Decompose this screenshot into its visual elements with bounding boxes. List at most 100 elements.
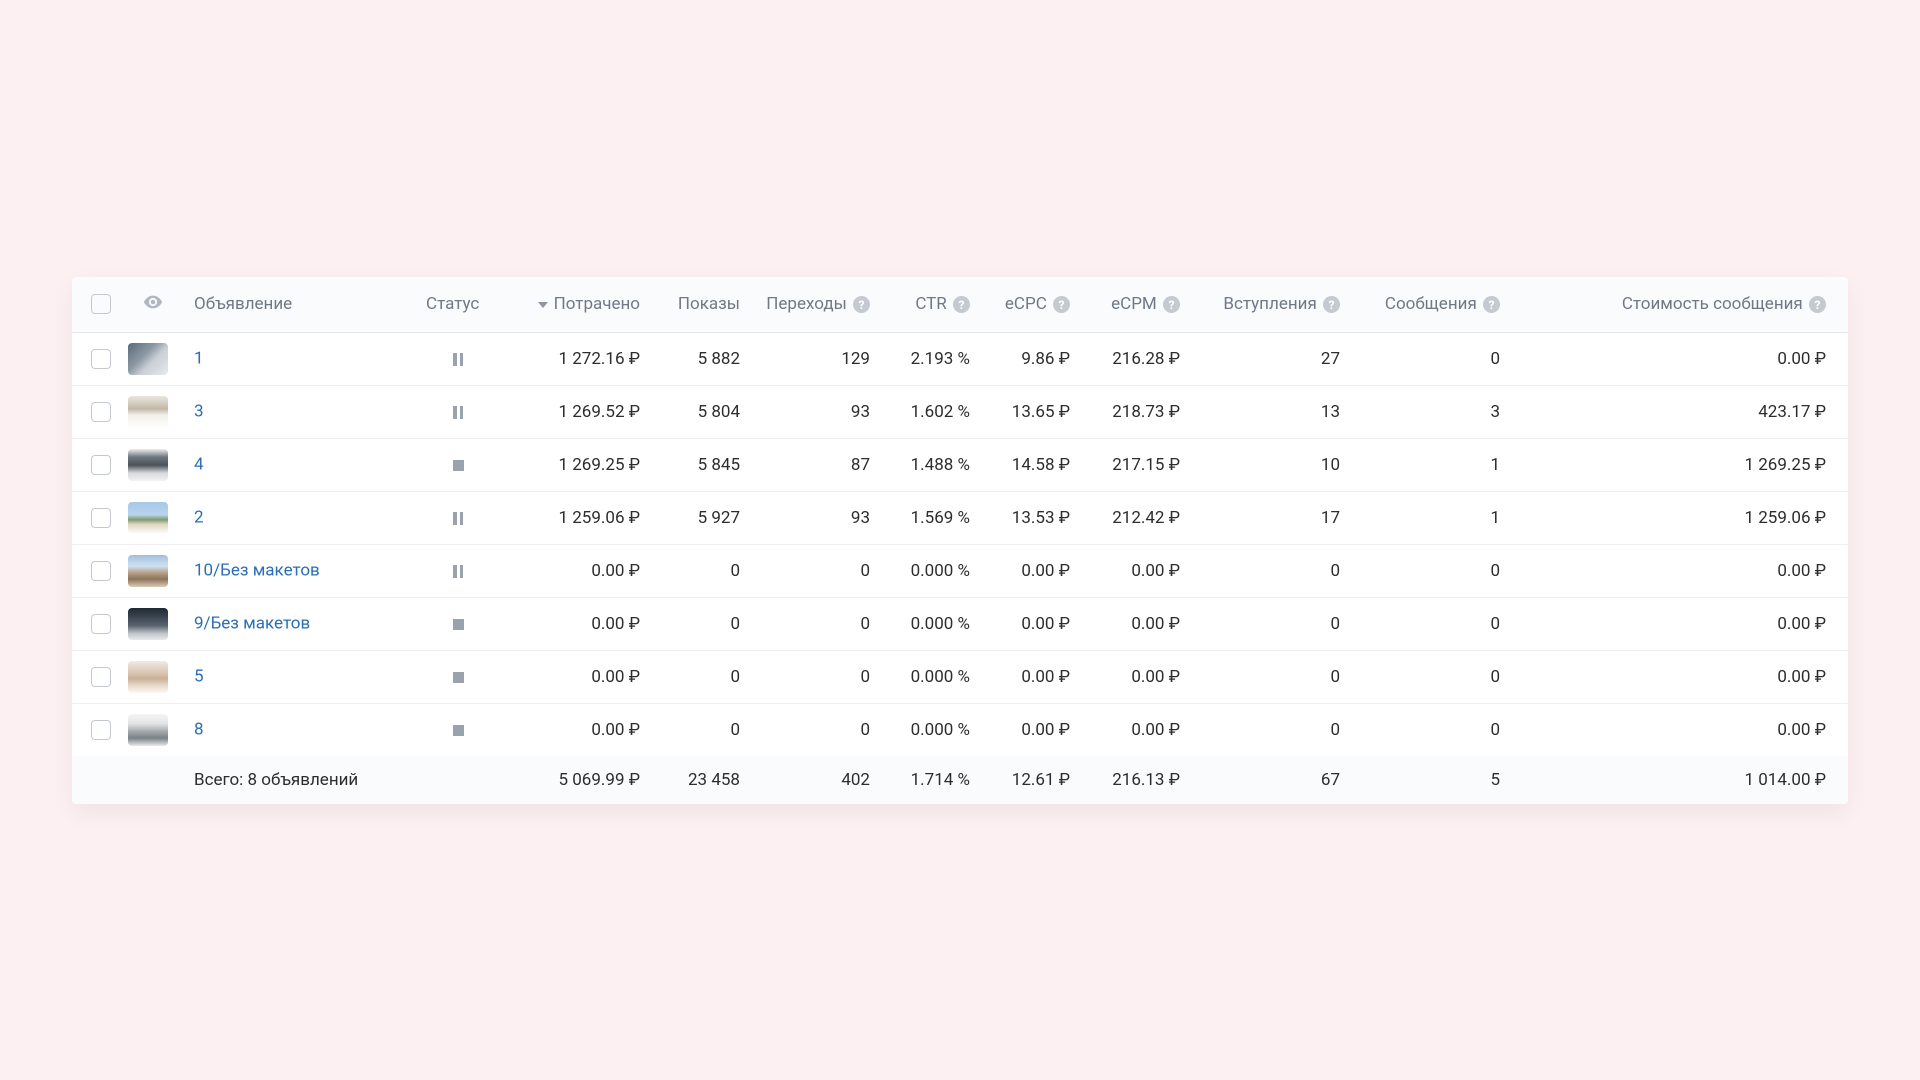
pause-icon[interactable]: [450, 404, 466, 420]
cell-joins: 10: [1188, 438, 1348, 491]
ad-name-link[interactable]: 9/Без макетов: [194, 614, 310, 634]
pause-icon[interactable]: [450, 563, 466, 579]
ad-thumbnail[interactable]: [128, 449, 168, 481]
row-checkbox[interactable]: [91, 349, 111, 369]
ad-thumbnail[interactable]: [128, 714, 168, 746]
cell-spent: 1 272.16 ₽: [498, 332, 648, 385]
ad-name-link[interactable]: 3: [194, 402, 204, 422]
ad-thumbnail[interactable]: [128, 343, 168, 375]
col-ecpc[interactable]: eCPC ?: [978, 277, 1078, 333]
help-icon[interactable]: ?: [1053, 296, 1070, 313]
col-impressions[interactable]: Показы: [648, 277, 748, 333]
totals-msg-cost: 1 014.00 ₽: [1508, 756, 1848, 804]
col-msg-cost[interactable]: Стоимость сообщения ?: [1508, 277, 1848, 333]
col-ad[interactable]: Объявление: [186, 277, 418, 333]
cell-ctr: 1.602 %: [878, 385, 978, 438]
row-checkbox[interactable]: [91, 455, 111, 475]
cell-impressions: 5 845: [648, 438, 748, 491]
cell-messages: 0: [1348, 597, 1508, 650]
row-checkbox[interactable]: [91, 561, 111, 581]
ad-name-link[interactable]: 4: [194, 455, 204, 475]
visibility-icon[interactable]: [142, 291, 164, 313]
ad-name-link[interactable]: 2: [194, 508, 204, 528]
row-checkbox[interactable]: [91, 720, 111, 740]
totals-ctr: 1.714 %: [878, 756, 978, 804]
cell-joins: 0: [1188, 650, 1348, 703]
stop-icon[interactable]: [450, 722, 466, 738]
cell-spent: 0.00 ₽: [498, 650, 648, 703]
cell-clicks: 93: [748, 385, 878, 438]
cell-joins: 13: [1188, 385, 1348, 438]
cell-ctr: 1.569 %: [878, 491, 978, 544]
col-spent[interactable]: Потрачено: [498, 277, 648, 333]
ad-name-link[interactable]: 8: [194, 720, 204, 740]
cell-messages: 0: [1348, 544, 1508, 597]
cell-clicks: 0: [748, 544, 878, 597]
col-status[interactable]: Статус: [418, 277, 498, 333]
pause-icon[interactable]: [450, 510, 466, 526]
cell-ctr: 2.193 %: [878, 332, 978, 385]
table-row: 50.00 ₽000.000 %0.00 ₽0.00 ₽000.00 ₽: [72, 650, 1848, 703]
help-icon[interactable]: ?: [1809, 296, 1826, 313]
help-icon[interactable]: ?: [1323, 296, 1340, 313]
cell-msg-cost: 0.00 ₽: [1508, 703, 1848, 756]
ad-thumbnail[interactable]: [128, 608, 168, 640]
table-row: 10/Без макетов0.00 ₽000.000 %0.00 ₽0.00 …: [72, 544, 1848, 597]
cell-spent: 1 269.25 ₽: [498, 438, 648, 491]
ad-name-link[interactable]: 5: [194, 667, 204, 687]
ad-name-link[interactable]: 10/Без макетов: [194, 561, 320, 581]
row-checkbox[interactable]: [91, 614, 111, 634]
cell-spent: 1 259.06 ₽: [498, 491, 648, 544]
help-icon[interactable]: ?: [853, 296, 870, 313]
totals-label: Всего: 8 объявлений: [186, 756, 418, 804]
cell-msg-cost: 1 259.06 ₽: [1508, 491, 1848, 544]
col-clicks[interactable]: Переходы ?: [748, 277, 878, 333]
cell-ecpm: 0.00 ₽: [1078, 703, 1188, 756]
col-ecpm[interactable]: eCPM ?: [1078, 277, 1188, 333]
stop-icon[interactable]: [450, 669, 466, 685]
row-checkbox[interactable]: [91, 402, 111, 422]
table-row: 31 269.52 ₽5 804931.602 %13.65 ₽218.73 ₽…: [72, 385, 1848, 438]
ads-table-panel: Объявление Статус Потрачено Показы Перех…: [72, 277, 1848, 804]
ad-thumbnail[interactable]: [128, 502, 168, 534]
row-checkbox[interactable]: [91, 508, 111, 528]
cell-messages: 1: [1348, 438, 1508, 491]
table-row: 11 272.16 ₽5 8821292.193 %9.86 ₽216.28 ₽…: [72, 332, 1848, 385]
ad-thumbnail[interactable]: [128, 555, 168, 587]
help-icon[interactable]: ?: [1483, 296, 1500, 313]
cell-messages: 3: [1348, 385, 1508, 438]
cell-joins: 0: [1188, 597, 1348, 650]
help-icon[interactable]: ?: [1163, 296, 1180, 313]
cell-msg-cost: 423.17 ₽: [1508, 385, 1848, 438]
cell-ecpc: 0.00 ₽: [978, 597, 1078, 650]
cell-ecpc: 9.86 ₽: [978, 332, 1078, 385]
cell-clicks: 0: [748, 650, 878, 703]
col-messages[interactable]: Сообщения ?: [1348, 277, 1508, 333]
cell-ctr: 0.000 %: [878, 597, 978, 650]
cell-messages: 0: [1348, 703, 1508, 756]
col-joins[interactable]: Вступления ?: [1188, 277, 1348, 333]
totals-row: Всего: 8 объявлений 5 069.99 ₽ 23 458 40…: [72, 756, 1848, 804]
cell-ecpm: 0.00 ₽: [1078, 544, 1188, 597]
row-checkbox[interactable]: [91, 667, 111, 687]
help-icon[interactable]: ?: [953, 296, 970, 313]
totals-clicks: 402: [748, 756, 878, 804]
sort-desc-icon: [538, 302, 548, 308]
select-all-checkbox[interactable]: [91, 294, 111, 314]
ad-thumbnail[interactable]: [128, 396, 168, 428]
cell-ecpm: 212.42 ₽: [1078, 491, 1188, 544]
col-ctr[interactable]: CTR ?: [878, 277, 978, 333]
cell-ecpm: 218.73 ₽: [1078, 385, 1188, 438]
stop-icon[interactable]: [450, 457, 466, 473]
cell-joins: 0: [1188, 703, 1348, 756]
cell-ecpc: 0.00 ₽: [978, 703, 1078, 756]
cell-joins: 27: [1188, 332, 1348, 385]
ad-name-link[interactable]: 1: [194, 349, 204, 369]
cell-ctr: 0.000 %: [878, 650, 978, 703]
totals-joins: 67: [1188, 756, 1348, 804]
cell-ecpm: 0.00 ₽: [1078, 650, 1188, 703]
pause-icon[interactable]: [450, 351, 466, 367]
ad-thumbnail[interactable]: [128, 661, 168, 693]
cell-joins: 0: [1188, 544, 1348, 597]
stop-icon[interactable]: [450, 616, 466, 632]
